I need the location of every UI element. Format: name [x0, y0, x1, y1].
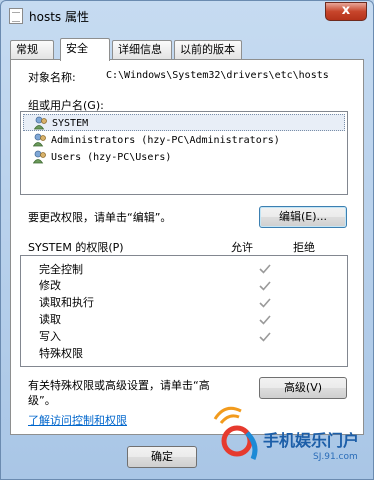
check-icon: [259, 298, 271, 308]
user-name: Users (hzy-PC\Users): [51, 152, 172, 163]
check-icon: [259, 315, 271, 325]
learn-access-control-link[interactable]: 了解访问控制和权限: [28, 412, 127, 428]
permission-row: 修改: [39, 277, 61, 293]
user-group-icon: [33, 150, 46, 164]
ok-button[interactable]: 确定: [127, 446, 197, 468]
allow-header: 允许: [231, 241, 253, 254]
tab-security[interactable]: 安全: [60, 38, 110, 61]
permissions-title: SYSTEM 的权限(P): [28, 241, 124, 254]
object-name-label: 对象名称:: [28, 71, 76, 84]
check-icon: [259, 264, 271, 274]
edit-button[interactable]: 编辑(E)...: [259, 206, 347, 228]
permission-name: 修改: [39, 279, 61, 292]
user-list[interactable]: SYSTEM Administrators (hzy-PC\Administra…: [20, 111, 348, 195]
permission-row: 读取: [39, 311, 61, 327]
permission-name: 特殊权限: [39, 347, 83, 360]
check-icon: [259, 332, 271, 342]
change-permission-text: 要更改权限，请单击“编辑”。: [28, 211, 172, 224]
watermark-text: 手机娱乐门户: [263, 431, 360, 450]
properties-window: hosts 属性 x 常规 安全 详细信息 以前的版本 对象名称: C:\Win…: [0, 0, 374, 480]
permission-name: 读取和执行: [39, 296, 94, 309]
advanced-text-line2: 级”。: [28, 394, 56, 407]
close-button[interactable]: x: [325, 2, 367, 21]
user-group-icon: [34, 116, 47, 130]
advanced-button[interactable]: 高级(V): [259, 377, 347, 399]
window-title: hosts 属性: [29, 10, 89, 24]
list-item[interactable]: Users (hzy-PC\Users): [23, 149, 345, 166]
user-group-icon: [33, 133, 46, 147]
permission-name: 写入: [39, 330, 61, 343]
watermark-logo-icon: [213, 406, 258, 460]
permission-row: 特殊权限: [39, 345, 83, 361]
title-bar[interactable]: hosts 属性 x: [1, 1, 373, 31]
user-name: Administrators (hzy-PC\Administrators): [51, 135, 280, 146]
list-item[interactable]: SYSTEM: [23, 114, 345, 131]
list-item[interactable]: Administrators (hzy-PC\Administrators): [23, 132, 345, 149]
tab-details[interactable]: 详细信息: [112, 40, 172, 59]
permission-name: 读取: [39, 313, 61, 326]
tab-previous-versions[interactable]: 以前的版本: [174, 40, 242, 59]
deny-header: 拒绝: [293, 241, 315, 254]
tab-general[interactable]: 常规: [10, 40, 54, 59]
check-icon: [259, 281, 271, 291]
watermark-url: SJ.91.com: [313, 452, 358, 462]
permission-row: 写入: [39, 328, 61, 344]
permission-list[interactable]: 完全控制 修改 读取和执行 读取 写入 特殊权限: [20, 255, 348, 367]
permission-row: 读取和执行: [39, 294, 94, 310]
permission-name: 完全控制: [39, 263, 83, 276]
user-name: SYSTEM: [52, 118, 89, 129]
file-icon: [9, 8, 23, 24]
advanced-text-line1: 有关特殊权限或高级设置，请单击“高: [28, 379, 210, 392]
permission-row: 完全控制: [39, 261, 83, 277]
object-name-value: C:\Windows\System32\drivers\etc\hosts: [106, 70, 329, 81]
